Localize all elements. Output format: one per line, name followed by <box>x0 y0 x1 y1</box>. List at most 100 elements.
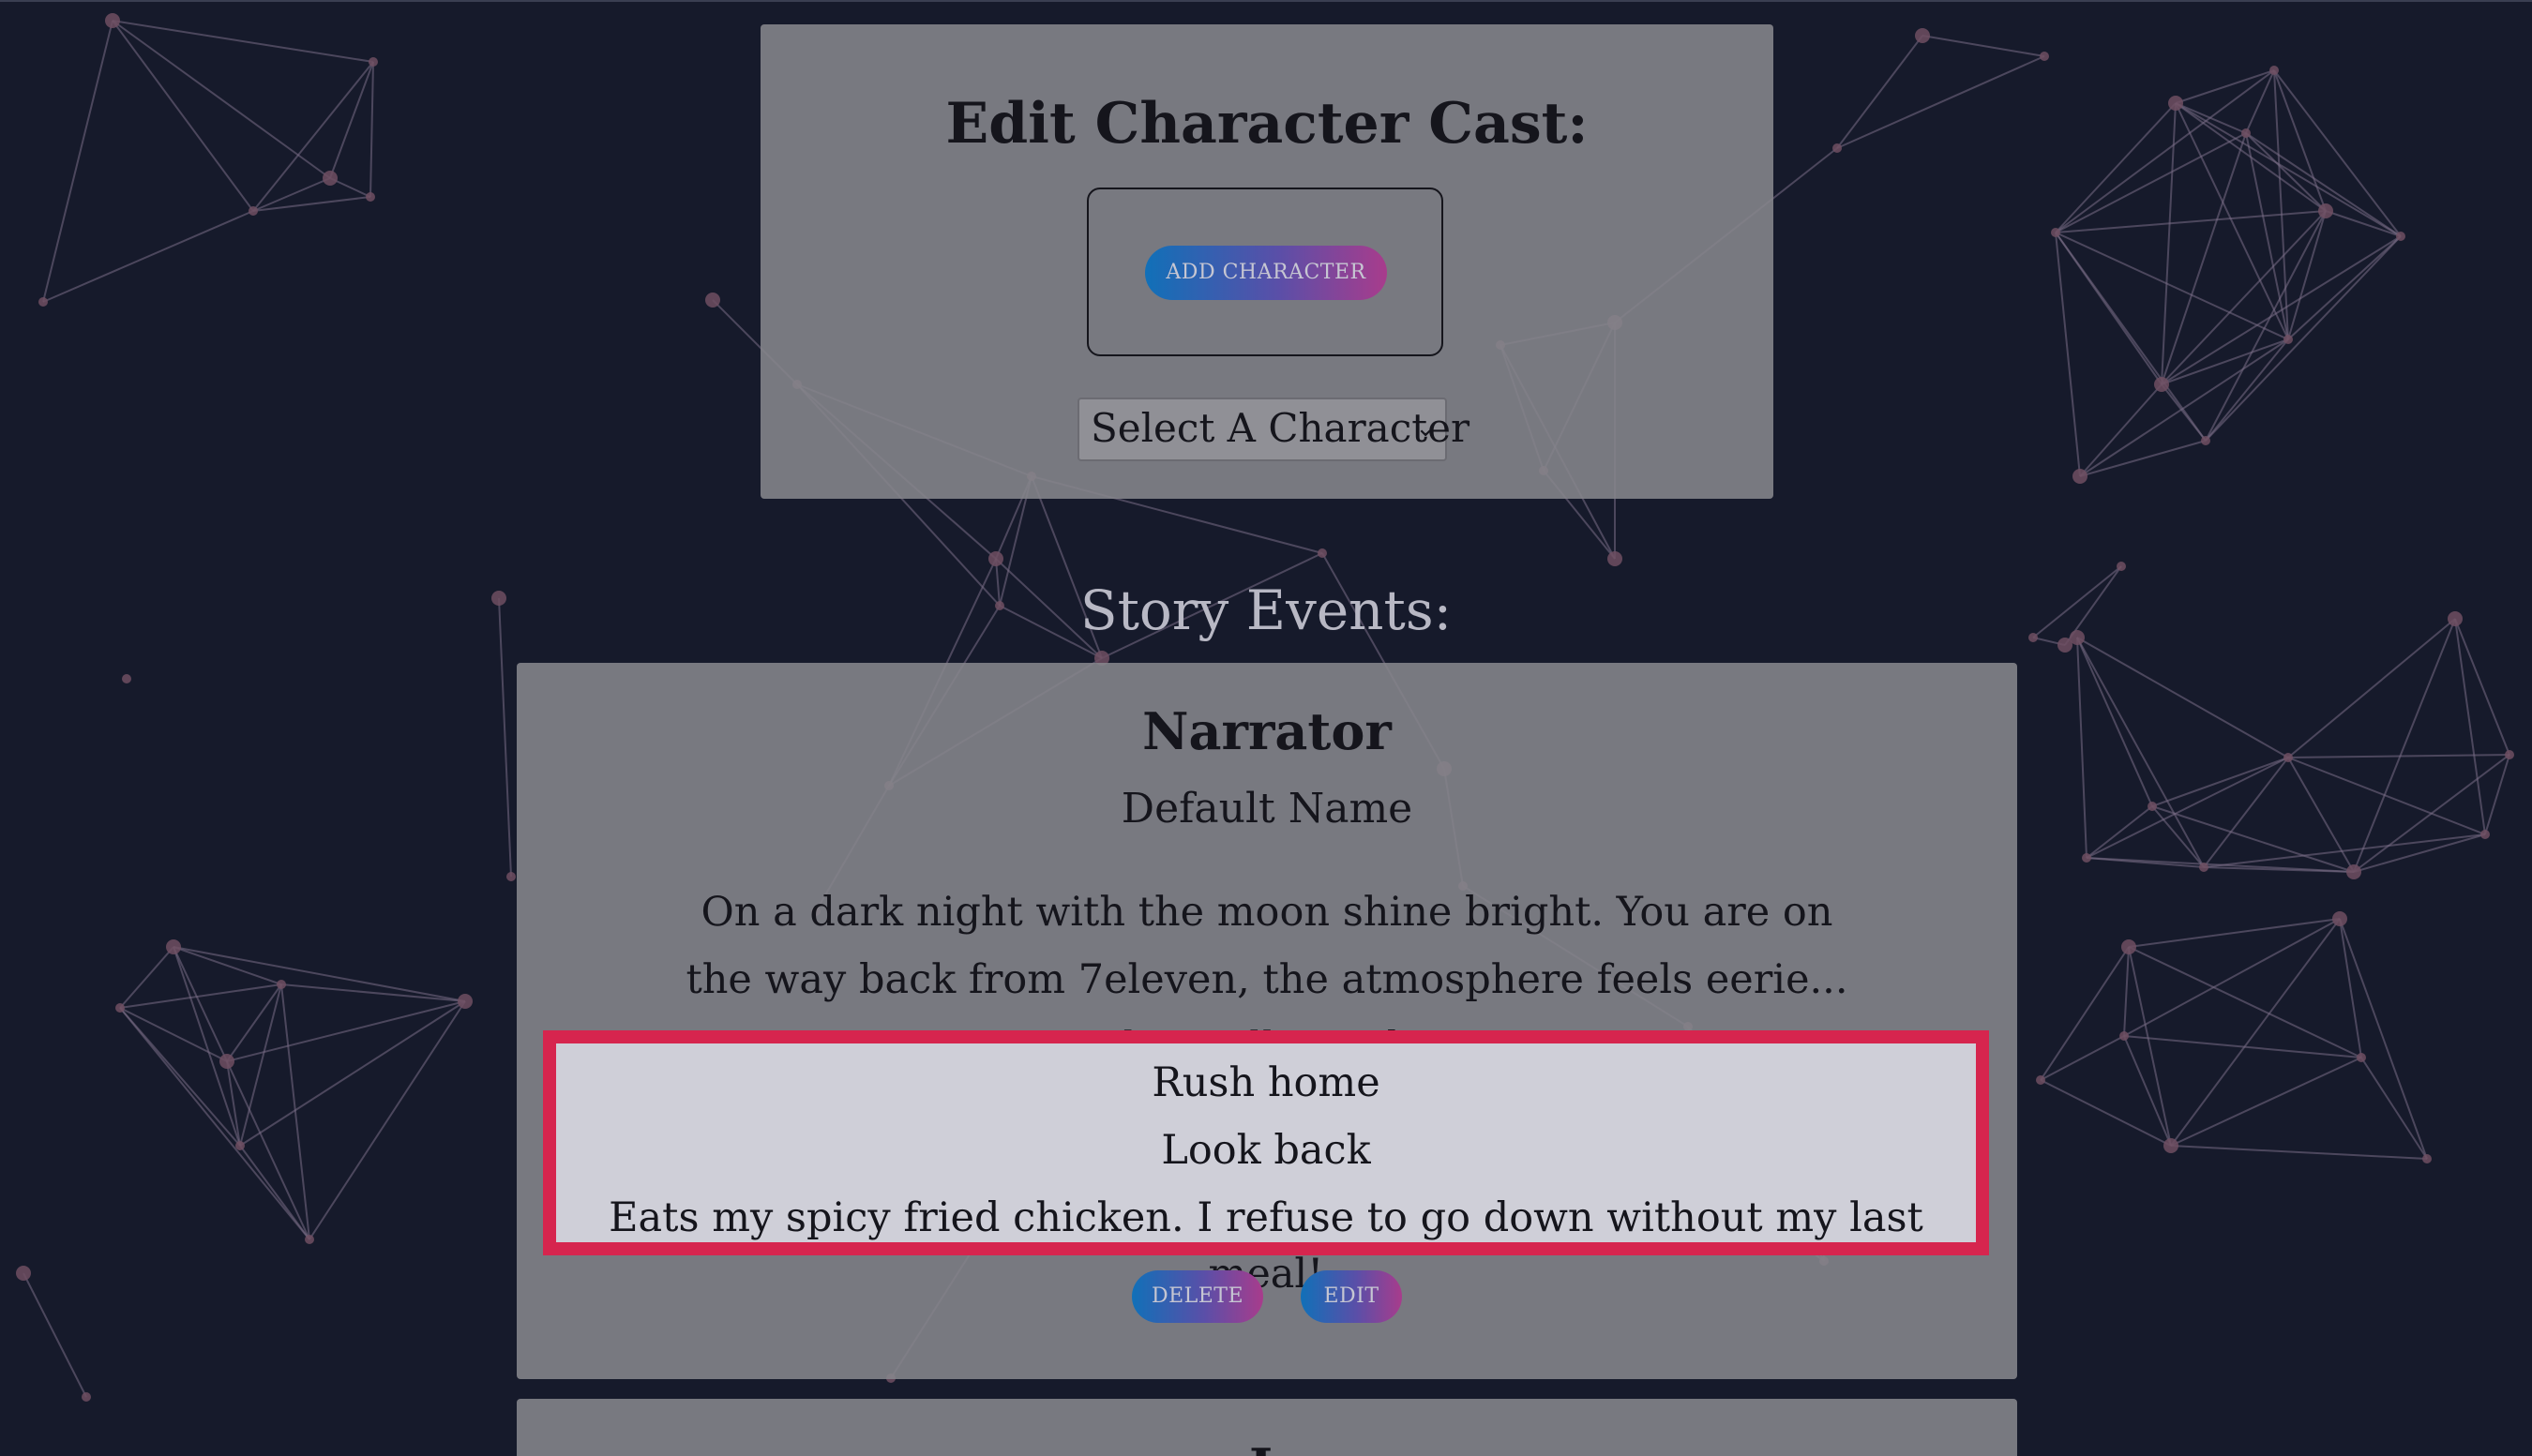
network-line <box>2076 637 2205 868</box>
add-character-button[interactable]: ADD CHARACTER <box>1145 246 1387 300</box>
network-line <box>2175 102 2402 237</box>
network-dot <box>2119 1031 2129 1041</box>
network-line <box>119 1007 228 1062</box>
network-dot <box>2121 939 2136 954</box>
network-dot <box>2154 377 2169 392</box>
cast-panel-title: Edit Character Cast: <box>945 91 1589 157</box>
event-choices-list: Rush home Look back Eats my spicy fried … <box>543 1030 1989 1298</box>
delete-event-button[interactable]: DELETE <box>1132 1270 1263 1323</box>
network-dot <box>2357 1053 2366 1062</box>
network-dot <box>122 674 131 683</box>
network-dot <box>2199 863 2208 872</box>
network-dot <box>1915 28 1930 43</box>
network-dot <box>2505 750 2514 759</box>
network-line <box>2055 232 2081 477</box>
network-line <box>119 1007 310 1240</box>
network-line <box>2203 833 2486 868</box>
network-line <box>2273 69 2289 340</box>
network-dot <box>2241 128 2251 138</box>
network-dot <box>1832 143 1842 153</box>
network-dot <box>2148 802 2157 811</box>
network-dot <box>506 872 516 881</box>
choice-item[interactable]: Rush home <box>556 1055 1976 1111</box>
network-line <box>369 61 374 198</box>
network-dot <box>2283 335 2293 344</box>
network-line <box>2175 69 2275 104</box>
network-dot <box>2082 853 2091 863</box>
network-line <box>309 1000 466 1240</box>
network-dot <box>2346 864 2361 879</box>
network-line <box>42 20 113 303</box>
event-speaker: L <box>517 1436 2017 1456</box>
network-dot <box>38 297 48 307</box>
network-dot <box>305 1235 314 1244</box>
network-line <box>112 20 374 63</box>
network-line <box>2360 1057 2428 1160</box>
network-line <box>2086 757 2289 859</box>
story-event-card: Narrator Default Name On a dark night wi… <box>517 663 2017 1379</box>
network-line <box>1836 35 1923 149</box>
network-line <box>2123 1035 2362 1058</box>
character-select[interactable]: Select A Character ⌄ <box>1078 398 1469 461</box>
network-line <box>2203 757 2289 868</box>
network-line <box>2086 857 2355 873</box>
network-line <box>329 61 374 179</box>
network-line <box>2123 918 2341 1037</box>
network-line <box>2245 132 2327 212</box>
network-line <box>2123 946 2130 1037</box>
network-line <box>2040 1079 2172 1147</box>
network-dot <box>369 57 378 67</box>
character-select-value: Select A Character <box>1091 405 1470 451</box>
network-dot <box>458 994 473 1009</box>
network-dot <box>82 1392 91 1402</box>
network-line <box>2123 1035 2172 1147</box>
event-speaker: Narrator <box>1142 701 1392 761</box>
network-line <box>2339 918 2362 1058</box>
network-line <box>2161 383 2207 442</box>
choice-item[interactable]: Eats my spicy fried chicken. I refuse to… <box>556 1190 1976 1302</box>
network-line <box>42 210 254 303</box>
network-line <box>2128 918 2341 948</box>
network-line <box>2055 232 2289 340</box>
network-line <box>2079 440 2207 477</box>
edit-event-button[interactable]: EDIT <box>1301 1270 1402 1323</box>
network-line <box>112 20 254 212</box>
network-line <box>2205 210 2327 442</box>
network-dot <box>16 1266 31 1281</box>
add-character-box: ADD CHARACTER <box>1087 188 1443 356</box>
network-dot <box>277 980 286 989</box>
network-line <box>2287 757 2355 873</box>
story-event-card: L <box>517 1399 2017 1456</box>
network-line <box>1836 55 2045 149</box>
network-line <box>1922 35 2045 57</box>
network-line <box>2454 618 2486 835</box>
network-line <box>2040 946 2130 1081</box>
network-line <box>2040 1035 2125 1081</box>
network-line <box>2151 757 2289 807</box>
network-dot <box>219 1054 234 1069</box>
network-dot <box>2036 1075 2045 1085</box>
network-line <box>280 983 466 1002</box>
network-dot <box>235 1141 245 1150</box>
network-line <box>2128 946 2362 1058</box>
network-dot <box>2040 52 2049 61</box>
chevron-down-icon: ⌄ <box>1415 414 1436 443</box>
network-line <box>2170 918 2341 1147</box>
choice-item[interactable]: Look back <box>556 1122 1976 1178</box>
network-line <box>280 983 310 1240</box>
network-dot <box>323 171 338 186</box>
network-line <box>2273 69 2402 237</box>
network-line <box>2170 1145 2428 1160</box>
network-line <box>2055 210 2327 233</box>
network-line <box>2353 833 2486 873</box>
network-line <box>2484 754 2510 835</box>
event-speaker-name: Default Name <box>1121 785 1413 833</box>
network-dot <box>2269 66 2279 75</box>
network-dot <box>1607 551 1622 566</box>
network-dot <box>2332 911 2347 926</box>
network-line <box>23 1272 87 1398</box>
network-line <box>2170 1057 2362 1147</box>
network-dot <box>2480 830 2490 839</box>
network-dot <box>705 293 720 308</box>
network-line <box>2339 918 2428 1160</box>
